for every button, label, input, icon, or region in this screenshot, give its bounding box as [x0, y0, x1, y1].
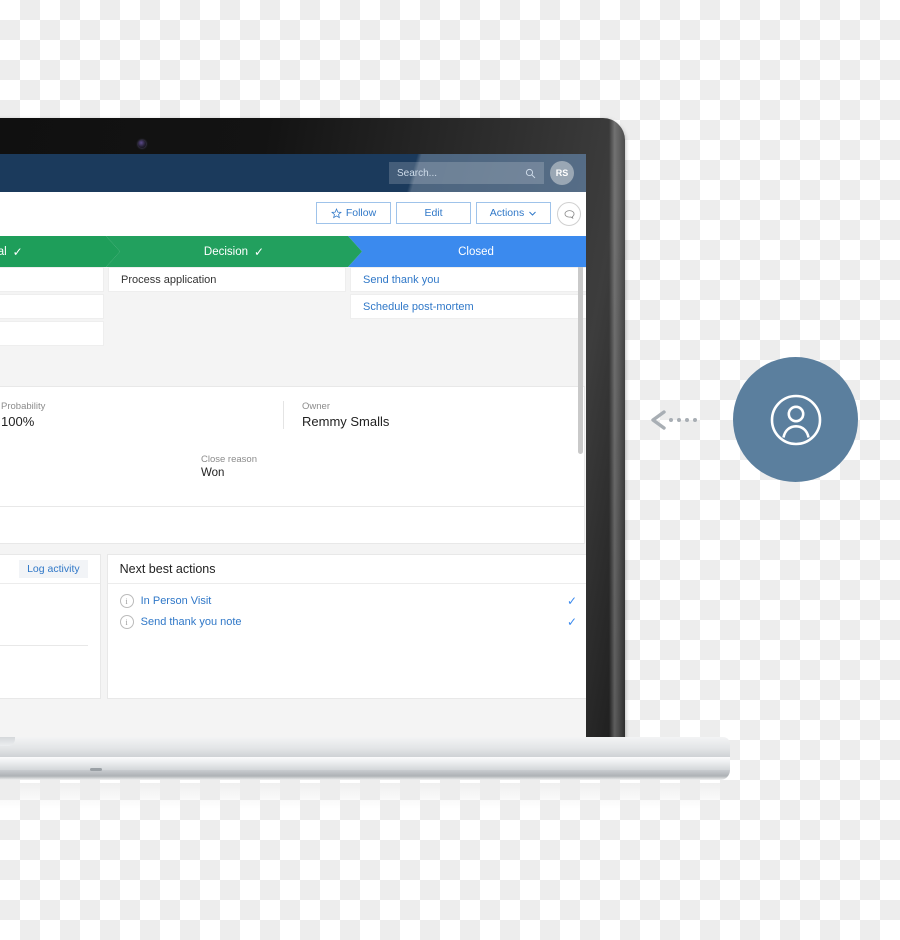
description-panel: s for his chain of flower shops. Needs f… [0, 506, 585, 544]
detail-field: Owner Remmy Smalls [283, 401, 584, 429]
top-navigation-bar: Search... RS [0, 154, 586, 192]
star-icon [330, 207, 342, 218]
edit-label: Edit [424, 207, 443, 219]
search-placeholder: Search... [397, 167, 438, 179]
task-item[interactable]: Update proposal [0, 321, 104, 346]
detail-row-secondary: TerritoryBoston - Small BusinessSourceEm… [0, 445, 584, 513]
field-value: 100% [1, 414, 35, 429]
detail-row-primary: OpportunityMortgage for Joe's Flower Sho… [0, 401, 584, 429]
stage-label: Proposal [0, 245, 7, 258]
task-item[interactable]: Send thank you [350, 267, 586, 292]
task-item[interactable]: Schedule post-mortem [350, 294, 586, 319]
laptop-shadow [0, 783, 720, 809]
next-best-action-label[interactable]: Send thank you note [141, 616, 560, 628]
stage-closed[interactable]: Closed [348, 236, 586, 267]
chat-bubble-icon[interactable] [557, 202, 581, 226]
field-label: Owner [302, 401, 330, 412]
field-value: Remmy Smalls [302, 414, 390, 429]
field-value: No [0, 467, 165, 479]
next-best-action-row[interactable]: i Send thank you note ✓ [119, 615, 577, 629]
next-best-actions-body: i In Person Visit ✓ i Send thank you note ✓ [108, 584, 586, 646]
task-item[interactable]: Review proposal✔ [0, 267, 104, 292]
detail-field: Must winNoAge5 [0, 445, 183, 513]
chevron-down-icon [529, 211, 537, 216]
laptop-base [0, 737, 730, 783]
follow-button[interactable]: Follow [316, 202, 391, 224]
task-label: Schedule post-mortem [363, 300, 474, 313]
task-column: Send thank you Schedule post-mortem [348, 267, 586, 348]
laptop-base-top [0, 737, 730, 757]
record-detail-card: OpportunityMortgage for Joe's Flower Sho… [0, 386, 585, 520]
user-avatar[interactable]: RS [550, 161, 574, 185]
info-icon: i [119, 594, 134, 608]
detail-field: Probability 100% [0, 401, 283, 429]
edit-button[interactable]: Edit [396, 202, 471, 224]
stage-decision[interactable]: Decision ✓ [106, 236, 362, 267]
search-icon [525, 168, 536, 178]
follow-label: Follow [345, 207, 377, 219]
detail-field: Close reason Won [183, 445, 584, 513]
field-label: Close reason [201, 454, 257, 465]
recent-interactions-card: Recent interactions Log activity [0, 554, 101, 699]
check-icon[interactable]: ✓ [567, 594, 577, 608]
log-activity-button[interactable]: Log activity [19, 560, 88, 578]
task-column: Review proposal✔Send documentsUpdate pro… [0, 267, 106, 348]
task-label: Process application [121, 273, 217, 286]
task-label: Send thank you [363, 273, 440, 286]
check-icon[interactable]: ✓ [567, 615, 577, 629]
recent-interactions-body: Interaction for Opportunity Mortgage for… [0, 584, 100, 656]
check-icon: ✓ [12, 244, 23, 259]
field-value: Won [201, 467, 225, 479]
next-best-actions-card: Next best actions i In Person Visit ✓ i Send… [106, 554, 586, 699]
task-item: Process application [108, 267, 346, 292]
info-icon: i [119, 615, 134, 629]
arrow-left-dotted-icon [648, 408, 710, 432]
interaction-meta: 4d ago by Remmy Smalls [0, 627, 88, 646]
next-best-action-row[interactable]: i In Person Visit ✓ [119, 594, 577, 608]
next-best-actions-title: Next best actions [119, 562, 216, 576]
interaction-subtitle: Mortgage for Joe's Flower Shop (OPP-3004… [0, 611, 88, 622]
field-label: Age [0, 488, 165, 499]
laptop-lid-rim [609, 118, 625, 740]
laptop-base-foot [90, 768, 102, 771]
laptop-device: Search... RS rtgage for Joe's Flower Sho… [0, 118, 625, 743]
field-label: Probability [1, 401, 46, 412]
webcam-icon [138, 140, 146, 148]
actions-label: Actions [489, 207, 525, 219]
laptop-base-lip [0, 770, 730, 780]
recent-interactions-header: Recent interactions Log activity [0, 555, 100, 584]
field-label: Must win [0, 454, 165, 465]
laptop-screen: Search... RS rtgage for Joe's Flower Sho… [0, 154, 586, 740]
crm-application: Search... RS rtgage for Joe's Flower Sho… [0, 154, 586, 740]
stage-label: Decision [203, 245, 249, 258]
stage-task-grid: Qualify lead✔Initial call✔Gather require… [0, 267, 586, 348]
list-item[interactable]: Interaction for Opportunity Mortgage for… [0, 594, 88, 646]
next-best-action-label[interactable]: In Person Visit [141, 595, 560, 607]
vertical-scrollbar[interactable] [578, 244, 583, 454]
actions-button[interactable]: Actions [476, 202, 551, 224]
person-circle-icon [733, 357, 858, 482]
search-input[interactable]: Search... [389, 162, 544, 184]
stage-proposal[interactable]: Proposal ✓ [0, 236, 120, 267]
stage-label: Closed [458, 245, 494, 258]
task-item[interactable]: Send documents [0, 294, 104, 319]
stage-progress-bar: Qualification✓Analysis✓Proposal✓Decision… [0, 236, 586, 267]
record-header: rtgage for Joe's Flower Shop opOPP-3004 … [0, 192, 586, 237]
bottom-card-row: d task 4) Recent interactions Log activi… [0, 554, 586, 699]
check-icon: ✓ [254, 244, 265, 259]
task-column: Process application [106, 267, 348, 348]
next-best-actions-header: Next best actions [107, 555, 586, 584]
interaction-title: Interaction for Opportunity Mortgage for… [0, 594, 88, 608]
laptop-base-body [0, 757, 730, 770]
